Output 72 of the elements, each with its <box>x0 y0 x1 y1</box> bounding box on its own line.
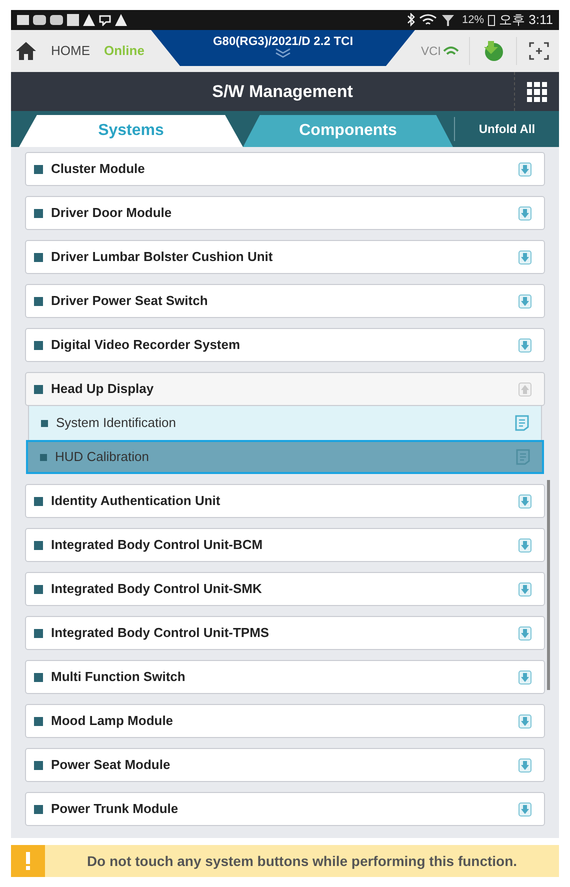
system-row[interactable]: Integrated Body Control Unit-BCM <box>25 528 545 562</box>
expand-icon[interactable] <box>518 294 532 308</box>
system-row[interactable]: Driver Lumbar Bolster Cushion Unit <box>25 240 545 274</box>
system-row[interactable]: Identity Authentication Unit <box>25 484 545 518</box>
system-row[interactable]: Digital Video Recorder System <box>25 328 545 362</box>
collapse-icon[interactable] <box>518 382 532 396</box>
expand-icon[interactable] <box>518 714 532 728</box>
image-icon <box>17 15 29 25</box>
system-row[interactable]: Integrated Body Control Unit-SMK <box>25 572 545 606</box>
document-icon <box>516 449 530 465</box>
system-row[interactable]: Cluster Module <box>25 152 545 186</box>
bullet-icon <box>34 164 43 174</box>
bullet-icon <box>34 716 43 726</box>
bullet-icon <box>34 496 43 506</box>
bullet-icon <box>34 760 43 770</box>
bullet-icon <box>34 340 43 350</box>
vehicle-selector[interactable]: G80(RG3)/2021/D 2.2 TCI <box>151 30 415 66</box>
bullet-icon <box>40 454 47 460</box>
bullet-icon <box>34 672 43 682</box>
warning-icon <box>11 845 45 877</box>
system-row[interactable]: Power Trunk Module <box>25 792 545 826</box>
document-icon <box>515 415 529 431</box>
expand-icon[interactable] <box>518 538 532 552</box>
system-row[interactable]: Driver Door Module <box>25 196 545 230</box>
bullet-icon <box>34 296 43 306</box>
function-row[interactable]: System Identification <box>28 406 542 440</box>
bullet-icon <box>34 804 43 814</box>
expand-icon[interactable] <box>518 494 532 508</box>
battery-icon <box>488 14 496 26</box>
bullet-icon <box>34 628 43 638</box>
system-row[interactable]: Power Seat Module <box>25 748 545 782</box>
expand-icon[interactable] <box>518 626 532 640</box>
bullet-icon <box>34 584 43 594</box>
expand-icon[interactable] <box>518 250 532 264</box>
fullscreen-icon[interactable] <box>529 42 549 60</box>
system-row[interactable]: Mood Lamp Module <box>25 704 545 738</box>
bullet-icon <box>34 252 43 262</box>
bullet-icon <box>41 420 48 426</box>
system-row[interactable]: Multi Function Switch <box>25 660 545 694</box>
unfold-all-button[interactable]: Unfold All <box>455 111 559 147</box>
wireless-icon <box>443 46 459 56</box>
app-icon <box>50 15 63 25</box>
expand-icon[interactable] <box>518 758 532 772</box>
grid-menu-icon[interactable] <box>527 82 547 102</box>
bullet-icon <box>34 384 43 394</box>
bullet-icon <box>34 540 43 550</box>
expand-icon[interactable] <box>518 802 532 816</box>
expand-icon[interactable] <box>518 206 532 220</box>
screen-cast-icon <box>99 14 111 26</box>
home-label[interactable]: HOME <box>51 41 90 61</box>
vci-label: VCI <box>420 43 441 60</box>
globe-download-icon[interactable] <box>482 40 504 62</box>
system-row[interactable]: Integrated Body Control Unit-TPMS <box>25 616 545 650</box>
warning-message: Do not touch any system buttons while performing this function. <box>86 852 518 871</box>
connection-status: Online <box>104 42 144 60</box>
warning-triangle-icon <box>83 14 95 26</box>
page-title: S/W Management <box>211 80 353 103</box>
home-icon[interactable] <box>15 41 37 61</box>
expand-icon[interactable] <box>518 582 532 596</box>
app-icon <box>33 15 46 25</box>
scrollbar[interactable] <box>547 480 550 690</box>
system-row[interactable]: Driver Power Seat Switch <box>25 284 545 318</box>
battery-percent: 12% <box>462 12 484 28</box>
warning-triangle-icon <box>115 14 127 26</box>
clock: 오후 3:11 <box>499 11 553 30</box>
system-row[interactable]: Head Up Display <box>25 372 545 406</box>
function-row[interactable]: HUD Calibration <box>26 440 544 474</box>
chevron-icon <box>275 48 291 58</box>
expand-icon[interactable] <box>518 162 532 176</box>
expand-icon[interactable] <box>518 670 532 684</box>
expand-icon[interactable] <box>518 338 532 352</box>
bullet-icon <box>34 208 43 218</box>
